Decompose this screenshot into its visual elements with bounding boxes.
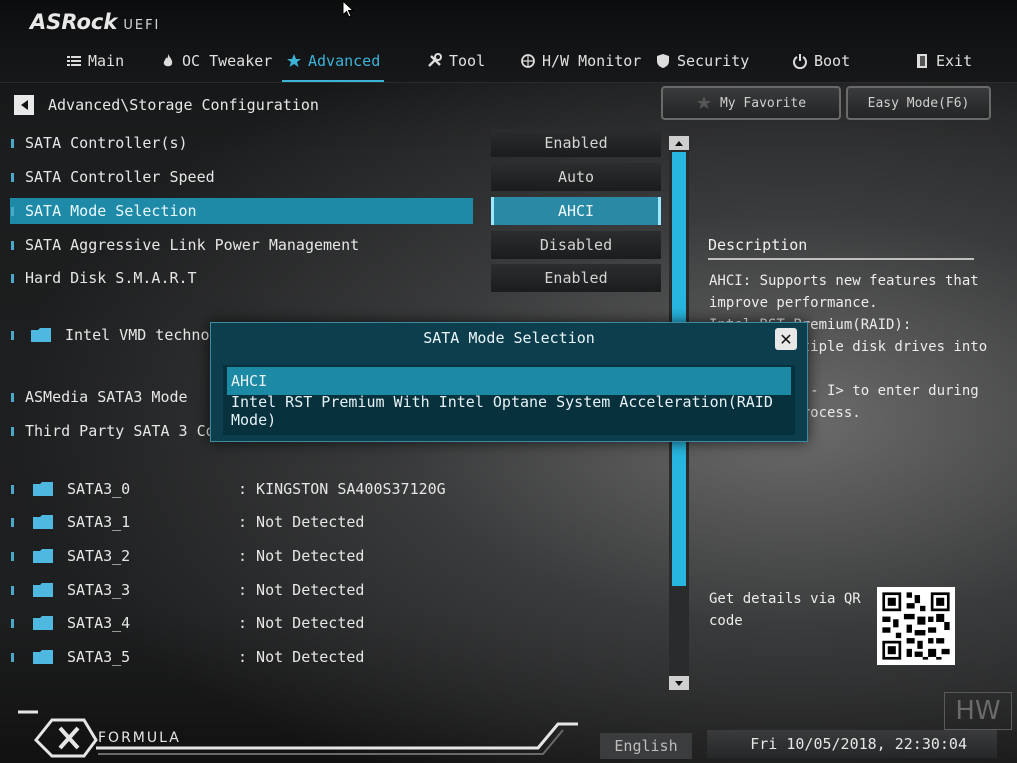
arrow-up-icon	[675, 140, 683, 146]
folder-icon	[33, 515, 53, 529]
sata-mode-selection-value[interactable]: AHCI	[491, 197, 661, 225]
easy-mode-button[interactable]: Easy Mode(F6)	[846, 86, 991, 120]
language-selector[interactable]: English	[600, 733, 692, 759]
setting-sata-aggressive-link-power[interactable]: SATA Aggressive Link Power Management	[10, 232, 473, 258]
item-marker	[11, 585, 14, 595]
device-row[interactable]: SATA3_1 : Not Detected	[10, 509, 473, 535]
tools-icon	[428, 53, 442, 67]
exit-icon	[917, 54, 927, 68]
top-bar: ASRock UEFI Main OC Tweaker Advanced Tool…	[0, 0, 1017, 83]
watermark-logo: HW	[944, 692, 1012, 730]
hard-disk-smart-value[interactable]: Enabled	[491, 264, 661, 292]
tab-exit[interactable]: Exit	[914, 48, 972, 74]
device-row[interactable]: SATA3_3 : Not Detected	[10, 577, 473, 603]
device-row[interactable]: SATA3_0 : KINGSTON SA400S37120G	[10, 476, 473, 502]
folder-icon	[33, 549, 53, 563]
tab-boot[interactable]: Boot	[792, 48, 850, 74]
tab-tool[interactable]: Tool	[427, 48, 485, 74]
datetime-display: Fri 10/05/2018, 22:30:04	[707, 730, 997, 758]
close-button[interactable]: ✕	[775, 328, 797, 350]
folder-icon	[33, 616, 53, 630]
shield-icon	[657, 54, 669, 68]
scroll-up-button[interactable]	[669, 136, 689, 150]
dialog-options-list: AHCI Intel RST Premium With Intel Optane…	[223, 365, 795, 435]
setting-sata-controllers[interactable]: SATA Controller(s)	[10, 130, 473, 156]
tab-oc-tweaker[interactable]: OC Tweaker	[160, 48, 272, 74]
asrock-logo: ASRock UEFI	[30, 10, 161, 34]
item-marker	[11, 484, 14, 494]
tab-advanced[interactable]: Advanced	[282, 48, 385, 82]
arrow-down-icon	[675, 680, 683, 686]
qr-code	[877, 587, 955, 665]
item-marker	[11, 652, 14, 662]
item-marker	[11, 206, 14, 216]
dialog-title: SATA Mode Selection	[423, 329, 595, 347]
item-marker	[11, 172, 14, 182]
description-divider	[708, 258, 974, 260]
item-marker	[11, 330, 14, 340]
star-icon	[696, 96, 711, 109]
setting-hard-disk-smart[interactable]: Hard Disk S.M.A.R.T	[10, 265, 473, 291]
item-marker	[11, 517, 14, 527]
description-title: Description	[708, 236, 808, 254]
active-tab-indicator	[282, 80, 385, 82]
option-intel-rst-raid[interactable]: Intel RST Premium With Intel Optane Syst…	[227, 393, 791, 429]
tab-security[interactable]: Security	[655, 48, 749, 74]
star-icon	[287, 54, 301, 67]
back-button[interactable]	[14, 95, 34, 115]
item-marker	[11, 273, 14, 283]
my-favorite-button[interactable]: My Favorite	[661, 86, 841, 120]
breadcrumb: Advanced\Storage Configuration	[14, 94, 319, 116]
mouse-cursor-icon	[342, 0, 355, 18]
item-marker	[11, 240, 14, 250]
close-icon: ✕	[779, 329, 793, 349]
qr-caption: Get details via QR code	[709, 591, 861, 629]
formula-wordmark: FORMULA	[98, 730, 181, 746]
breadcrumb-path: Advanced\Storage Configuration	[48, 96, 319, 114]
folder-icon	[33, 650, 53, 664]
item-marker	[11, 392, 14, 402]
folder-icon	[31, 328, 51, 342]
back-arrow-icon	[20, 100, 28, 110]
device-row[interactable]: SATA3_5 : Not Detected	[10, 644, 473, 670]
sata-controller-speed-value[interactable]: Auto	[491, 163, 661, 191]
sata-mode-selection-dialog: SATA Mode Selection ✕ AHCI Intel RST Pre…	[210, 322, 808, 442]
device-row[interactable]: SATA3_4 : Not Detected	[10, 610, 473, 636]
item-marker	[11, 138, 14, 148]
monitor-icon	[521, 54, 535, 68]
folder-icon	[33, 583, 53, 597]
device-row[interactable]: SATA3_2 : Not Detected	[10, 543, 473, 569]
main-tabs: Main OC Tweaker Advanced Tool H/W Monito…	[0, 48, 1017, 82]
option-ahci[interactable]: AHCI	[227, 367, 791, 395]
item-marker	[11, 618, 14, 628]
folder-icon	[33, 482, 53, 496]
sata-controllers-value[interactable]: Enabled	[491, 129, 661, 157]
scroll-down-button[interactable]	[669, 676, 689, 690]
tab-main[interactable]: Main	[66, 48, 124, 74]
power-icon	[793, 54, 807, 69]
flame-icon	[163, 54, 173, 67]
setting-sata-mode-selection[interactable]: SATA Mode Selection	[10, 198, 473, 224]
tab-hw-monitor[interactable]: H/W Monitor	[520, 48, 641, 74]
item-marker	[11, 426, 14, 436]
sata-aggressive-link-power-value[interactable]: Disabled	[491, 231, 661, 259]
item-marker	[11, 551, 14, 561]
list-icon	[67, 56, 81, 66]
setting-sata-controller-speed[interactable]: SATA Controller Speed	[10, 164, 473, 190]
